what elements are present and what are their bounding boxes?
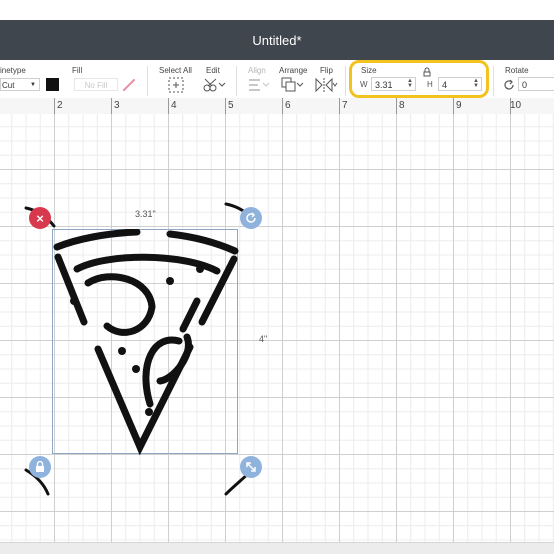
linetype-color-swatch[interactable]	[46, 78, 59, 91]
arrange-icon[interactable]	[280, 77, 304, 93]
ruler-number: 6	[285, 100, 291, 111]
fill-select[interactable]: No Fill	[74, 78, 118, 91]
selection-height-label: 4"	[259, 334, 268, 344]
ruler-tick	[54, 98, 55, 114]
lock-handle[interactable]	[29, 456, 51, 478]
select-all-icon[interactable]	[166, 77, 190, 93]
title-bar: Untitled*	[0, 20, 554, 60]
chevron-down-icon: ▼	[30, 82, 36, 88]
divider	[147, 66, 148, 96]
ruler-tick	[453, 98, 454, 114]
lock-icon	[36, 461, 44, 472]
align-icon	[249, 79, 270, 91]
align-label: Align	[248, 66, 266, 75]
fill-label: Fill	[72, 66, 83, 75]
selection-width-label: 3.31"	[135, 209, 156, 219]
divider	[345, 66, 346, 96]
ruler-tick	[111, 98, 112, 114]
ruler-tick	[225, 98, 226, 114]
rotate-value: 0	[522, 80, 528, 90]
pizza-slice-image[interactable]	[52, 229, 242, 457]
ruler-number: 4	[171, 100, 177, 111]
edit-icon[interactable]	[202, 77, 226, 93]
linetype-select[interactable]: Cut ▼	[0, 78, 40, 91]
rotate-field[interactable]: 0	[518, 77, 554, 91]
divider	[236, 66, 237, 96]
flip-label: Flip	[320, 66, 333, 75]
rotate-tool-icon	[504, 79, 514, 90]
flip-icon[interactable]	[314, 77, 338, 93]
scale-icon	[246, 462, 256, 472]
delete-handle[interactable]: ×	[29, 207, 51, 229]
delete-icon: ×	[36, 210, 44, 226]
select-all-label: Select All	[159, 66, 192, 75]
scale-handle[interactable]	[240, 456, 262, 478]
linetype-label: inetype	[0, 66, 26, 75]
size-highlight	[349, 60, 489, 98]
ruler-tick	[396, 98, 397, 114]
divider	[493, 66, 494, 96]
document-title: Untitled*	[252, 32, 302, 48]
rotate-handle[interactable]	[240, 207, 262, 229]
linetype-value: Cut	[2, 81, 15, 90]
ruler-number: 5	[228, 100, 234, 111]
ruler-tick	[339, 98, 340, 114]
rotate-icon	[246, 212, 256, 223]
ruler-number: 9	[456, 100, 462, 111]
ruler-number: 7	[342, 100, 348, 111]
ruler-tick	[510, 98, 511, 114]
ruler-number: 2	[57, 100, 63, 111]
ruler-tick	[168, 98, 169, 114]
ruler-number: 8	[399, 100, 405, 111]
rotate-label: Rotate	[505, 66, 529, 75]
ruler-number: 3	[114, 100, 120, 111]
arrange-label: Arrange	[279, 66, 308, 75]
edit-label: Edit	[206, 66, 220, 75]
fill-value: No Fill	[84, 81, 108, 90]
horizontal-ruler: 2 3 4 5 6 7 8 9 10	[0, 98, 554, 115]
ruler-number: 10	[510, 100, 522, 111]
ruler-tick	[282, 98, 283, 114]
pen-icon[interactable]	[122, 78, 136, 92]
bottom-bar	[0, 542, 554, 554]
